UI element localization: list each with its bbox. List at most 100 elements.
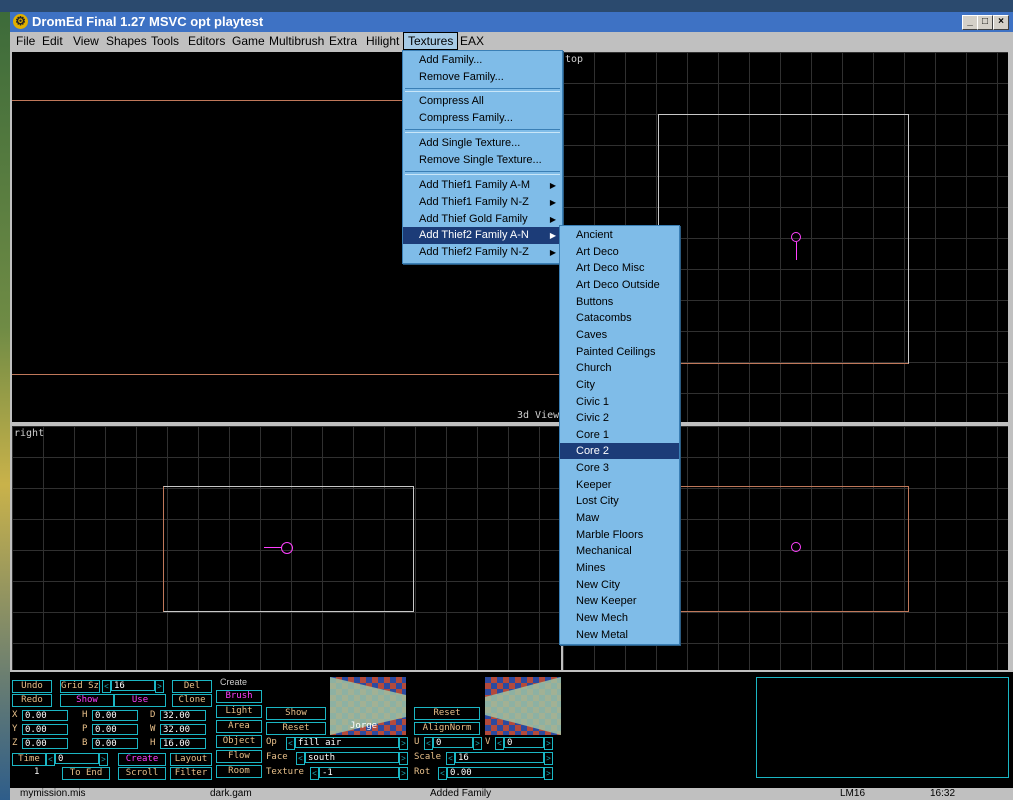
family-item-keeper[interactable]: Keeper [560,477,679,493]
menu-item-thief-gold[interactable]: Add Thief Gold Family ▶ [403,211,562,228]
family-item-city[interactable]: City [560,377,679,393]
menu-eax[interactable]: EAX [456,33,488,49]
use-toggle[interactable]: Use [114,694,166,707]
grid-inc-arrow[interactable]: > [155,680,164,693]
menu-file[interactable]: File [12,33,39,49]
d-field[interactable]: 32.00 [160,710,206,721]
time-inc-arrow[interactable]: > [99,753,108,766]
v-field[interactable]: 0 [504,737,544,748]
family-item-maw[interactable]: Maw [560,510,679,526]
family-item-art-deco-outside[interactable]: Art Deco Outside [560,277,679,293]
rot-field[interactable]: 0.00 [447,767,544,778]
op-inc-arrow[interactable]: > [399,737,408,750]
u-dec-arrow[interactable]: < [424,737,433,750]
flow-button[interactable]: Flow [216,750,262,763]
brush-center-marker[interactable] [281,542,293,554]
v-dec-arrow[interactable]: < [495,737,504,750]
brush-outline[interactable] [658,486,909,612]
menu-edit[interactable]: Edit [38,33,67,49]
menu-item-thief2-a-n[interactable]: Add Thief2 Family A-N ▶ [403,227,562,244]
create-button[interactable]: Create [118,753,166,766]
menu-editors[interactable]: Editors [184,33,229,49]
menu-extra[interactable]: Extra [325,33,361,49]
family-item-catacombs[interactable]: Catacombs [560,310,679,326]
face-inc-arrow[interactable]: > [399,752,408,765]
hh-field[interactable]: 16.00 [160,738,206,749]
family-item-lost-city[interactable]: Lost City [560,493,679,509]
texture-inc-arrow[interactable]: > [399,767,408,780]
align-norm-button[interactable]: AlignNorm [414,722,480,735]
show-brush-button[interactable]: Show [266,707,326,720]
grid-size-button[interactable]: Grid Sz [60,680,100,693]
texture-preview-current[interactable] [485,677,561,735]
object-button[interactable]: Object [216,735,262,748]
to-end-button[interactable]: To End [62,767,110,780]
u-field[interactable]: 0 [433,737,473,748]
filter-button[interactable]: Filter [170,767,212,780]
brush-button[interactable]: Brush [216,690,262,703]
face-field[interactable]: south [305,752,399,763]
family-item-caves[interactable]: Caves [560,327,679,343]
h-field[interactable]: 0.00 [92,710,138,721]
family-item-mechanical[interactable]: Mechanical [560,543,679,559]
menu-item-compress-family[interactable]: Compress Family... [403,110,562,127]
grid-size-field[interactable]: 16 [111,680,155,691]
op-field[interactable]: fill air [295,737,399,748]
scale-field[interactable]: 16 [455,752,544,763]
grid-dec-arrow[interactable]: < [102,680,111,693]
x-field[interactable]: 0.00 [22,710,68,721]
rot-inc-arrow[interactable]: > [544,767,553,780]
reset-button[interactable]: Reset [266,722,326,735]
app-gear-icon[interactable]: ⚙ [13,14,28,29]
redo-button[interactable]: Redo [12,694,52,707]
family-item-church[interactable]: Church [560,360,679,376]
menu-textures[interactable]: Textures [403,32,459,50]
menu-item-add-family[interactable]: Add Family... [403,52,562,69]
op-dec-arrow[interactable]: < [286,737,295,750]
family-item-painted-ceilings[interactable]: Painted Ceilings [560,344,679,360]
time-button[interactable]: Time [12,753,46,766]
menu-item-remove-single-texture[interactable]: Remove Single Texture... [403,152,562,169]
brush-center-marker[interactable] [791,232,801,242]
view-right[interactable]: right [12,426,561,670]
brush-outline[interactable] [658,114,909,364]
layout-button[interactable]: Layout [170,753,212,766]
brush-center-marker[interactable] [791,542,801,552]
menu-shapes[interactable]: Shapes [102,33,151,49]
maximize-button[interactable]: □ [977,15,993,30]
scale-dec-arrow[interactable]: < [446,752,455,765]
menu-item-add-single-texture[interactable]: Add Single Texture... [403,135,562,152]
room-button[interactable]: Room [216,765,262,778]
menu-item-thief1-n-z[interactable]: Add Thief1 Family N-Z ▶ [403,194,562,211]
b-field[interactable]: 0.00 [92,738,138,749]
texture-field[interactable]: -1 [319,767,399,778]
texture-preview[interactable]: Jorge [330,677,406,735]
clone-button[interactable]: Clone [172,694,212,707]
reset-texture-button[interactable]: Reset [414,707,480,720]
family-item-core-2[interactable]: Core 2 [560,443,679,460]
menu-game[interactable]: Game [228,33,269,49]
family-item-civic-1[interactable]: Civic 1 [560,394,679,410]
menu-item-compress-all[interactable]: Compress All [403,93,562,110]
time-field[interactable]: 0 [55,753,99,764]
y-field[interactable]: 0.00 [22,724,68,735]
texture-dec-arrow[interactable]: < [310,767,319,780]
rot-dec-arrow[interactable]: < [438,767,447,780]
undo-button[interactable]: Undo [12,680,52,693]
family-item-art-deco[interactable]: Art Deco [560,244,679,260]
family-item-ancient[interactable]: Ancient [560,227,679,243]
menu-item-thief2-n-z[interactable]: Add Thief2 Family N-Z ▶ [403,244,562,261]
family-item-new-metal[interactable]: New Metal [560,627,679,643]
u-inc-arrow[interactable]: > [473,737,482,750]
face-dec-arrow[interactable]: < [296,752,305,765]
family-item-marble-floors[interactable]: Marble Floors [560,527,679,543]
menu-item-thief1-a-m[interactable]: Add Thief1 Family A-M ▶ [403,177,562,194]
v-inc-arrow[interactable]: > [544,737,553,750]
p-field[interactable]: 0.00 [92,724,138,735]
area-button[interactable]: Area [216,720,262,733]
delete-button[interactable]: Del [172,680,212,693]
w-field[interactable]: 32.00 [160,724,206,735]
close-button[interactable]: × [993,15,1009,30]
menu-multibrush[interactable]: Multibrush [265,33,328,49]
family-item-buttons[interactable]: Buttons [560,294,679,310]
